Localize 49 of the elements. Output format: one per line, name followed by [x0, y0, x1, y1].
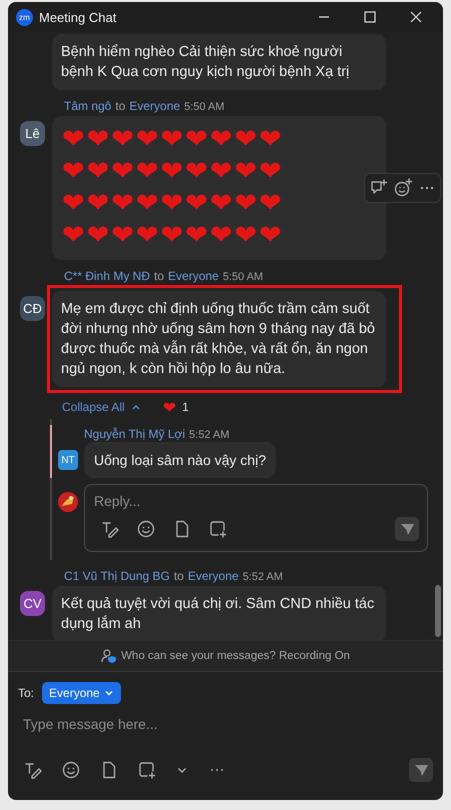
reaction-count: 1 [182, 400, 189, 414]
sender-name: Nguyễn Thị Mỹ Lợi [84, 427, 186, 441]
scrollbar-thumb[interactable] [435, 585, 441, 637]
heart-emoji-row-text: ❤❤❤❤❤❤❤❤❤ [62, 156, 285, 188]
send-button[interactable] [409, 758, 433, 782]
add-reaction-icon[interactable] [393, 178, 414, 198]
avatar: Lê [20, 121, 45, 146]
message-bubble: Bệnh hiểm nghèo Cải thiện sức khoẻ người bệnh K Qua cơn nguy kịch người bệnh Xạ trị [52, 34, 386, 90]
heart-emoji-row-text: ❤❤❤❤❤❤❤❤❤ [62, 188, 285, 220]
to-label: to [115, 99, 126, 113]
timestamp: 5:52 AM [242, 571, 283, 583]
avatar: NT [58, 450, 78, 470]
timestamp: 5:50 AM [184, 101, 224, 113]
chevron-up-icon[interactable] [130, 403, 141, 411]
pen-icon[interactable] [101, 520, 119, 538]
recipient-name: Everyone [129, 99, 180, 113]
sender-name: C1 Vũ Thị Dung BG [64, 569, 170, 583]
recipient-name: Everyone [188, 569, 239, 583]
pen-icon[interactable] [24, 761, 42, 779]
send-button[interactable] [395, 517, 419, 541]
to-label: to [174, 569, 184, 583]
timestamp: 5:50 AM [222, 271, 264, 283]
reply-bubble: Uống loại sâm nào vậy chị? [84, 442, 276, 478]
collapse-all-link[interactable]: Collapse All [62, 400, 125, 414]
reply-input[interactable]: Reply... [94, 491, 294, 511]
message-field[interactable]: Type message here... [18, 714, 328, 746]
timestamp: 5:52 AM [189, 429, 230, 441]
sender-name: C** Đinh My NĐ [64, 269, 150, 283]
to-label: to [154, 269, 164, 283]
privacy-notice[interactable]: Who can see your messages? Recording On [121, 650, 350, 662]
screenshot-icon[interactable] [209, 520, 227, 538]
message-bubble: Mẹ em được chỉ định uống thuốc trầm cảm suốt đời nhưng nhờ uống sâm hơn 9 tháng nay đã bỏ được thuốc mà vẫn rất khỏe, và rất ổn, ăn ngon ngủ ngon, k còn hồi hộp lo âu nữa. [52, 291, 386, 387]
avatar: CĐ [20, 296, 45, 321]
app-logo: zm [16, 8, 33, 26]
message-bubble: Kết quả tuyệt vời quá chị ơi. Sâm CND nhiều tác dụng lắm ah [52, 586, 386, 640]
recipient-dropdown[interactable]: Everyone [42, 682, 121, 704]
heart-emoji-row-text: ❤❤❤❤❤❤❤❤❤ [62, 124, 285, 156]
heart-reaction[interactable]: ❤ [162, 398, 176, 416]
people-icon [101, 649, 118, 663]
window-title: Meeting Chat [39, 10, 116, 24]
emoji-icon[interactable] [137, 520, 155, 538]
chevron-down-icon [104, 689, 114, 697]
recipient-name: Everyone [168, 269, 219, 283]
to-label: To: [18, 686, 34, 700]
emoji-icon[interactable] [62, 761, 80, 779]
avatar: CV [20, 591, 45, 616]
heart-emoji-row-text: ❤❤❤❤❤❤❤❤❤ [62, 220, 285, 252]
screenshot-icon[interactable] [138, 761, 156, 779]
sender-name: Tâm ngô [64, 99, 112, 113]
